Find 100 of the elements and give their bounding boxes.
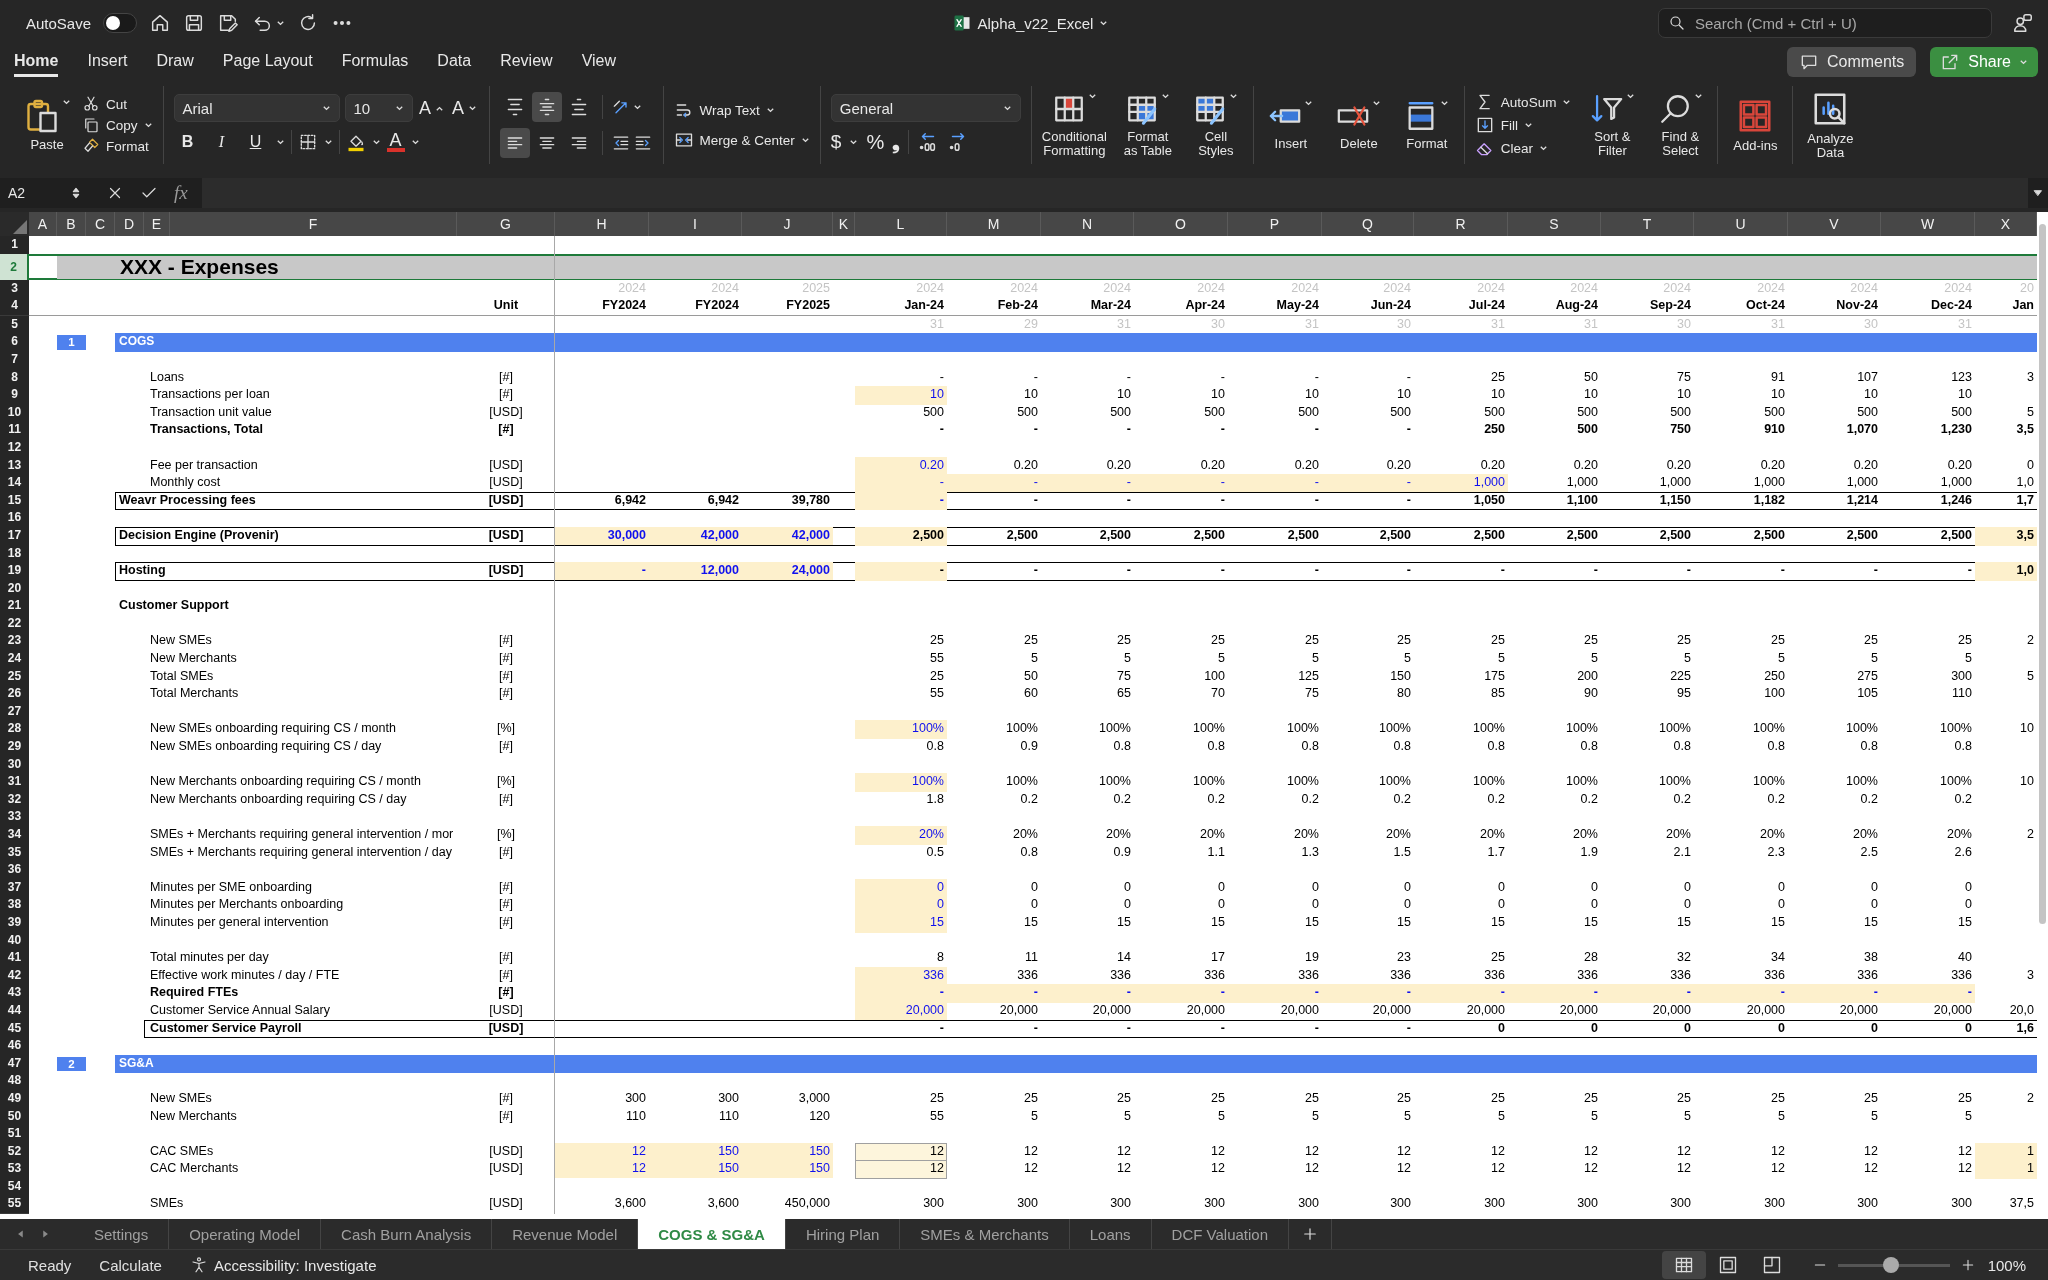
ribbon-tab[interactable]: Draw — [156, 47, 194, 77]
column-header[interactable]: A — [29, 212, 57, 236]
percent-button[interactable]: % — [866, 128, 885, 156]
search-field[interactable]: Search (Cmd + Ctrl + U) — [1658, 8, 1992, 38]
horizontal-align-button[interactable] — [499, 128, 530, 158]
vertical-align-button[interactable] — [531, 92, 562, 122]
row-header[interactable]: 14 — [0, 474, 29, 493]
scrollbar-thumb[interactable] — [2039, 224, 2046, 924]
accessibility-status[interactable]: Accessibility: Investigate — [213, 1256, 377, 1274]
column-header[interactable]: S — [1508, 212, 1601, 236]
insert-button[interactable]: Insert — [1263, 99, 1318, 151]
autosave-toggle[interactable] — [103, 13, 138, 33]
merge-center-button[interactable]: Merge & Center — [673, 130, 810, 150]
format-button[interactable]: Format — [1399, 99, 1454, 151]
currency-button[interactable]: $ — [830, 128, 842, 156]
wrap-text-button[interactable]: Wrap Text — [673, 100, 810, 120]
clear-button[interactable]: Clear — [1474, 138, 1572, 158]
format-painter-button[interactable]: Format — [82, 137, 153, 155]
column-header[interactable]: W — [1881, 212, 1975, 236]
row-header[interactable]: 1 — [0, 236, 29, 255]
row-header[interactable]: 2 — [0, 253, 29, 281]
comments-button[interactable]: Comments — [1786, 47, 1917, 77]
file-name[interactable]: Alpha_v22_Excel — [977, 14, 1094, 32]
conditional-formatting-button[interactable]: Conditional Formatting — [1041, 92, 1107, 158]
column-header[interactable]: T — [1601, 212, 1694, 236]
fill-button[interactable]: Fill — [1474, 115, 1572, 135]
row-header[interactable]: 38 — [0, 896, 29, 915]
column-header[interactable]: D — [115, 212, 144, 236]
shrink-font-button[interactable]: A — [450, 94, 479, 122]
row-header[interactable]: 36 — [0, 861, 29, 880]
row-header[interactable]: 24 — [0, 650, 29, 669]
font-color-button[interactable]: A — [386, 132, 405, 152]
comma-style-button[interactable]: ❟ — [892, 128, 901, 156]
ribbon-tab[interactable]: Home — [14, 47, 59, 77]
italic-button[interactable]: I — [207, 128, 236, 156]
column-header[interactable]: H — [555, 212, 649, 236]
row-header[interactable]: 34 — [0, 826, 29, 845]
row-header[interactable]: 6 — [0, 333, 29, 352]
ribbon-tab[interactable]: Data — [437, 47, 472, 77]
bold-button[interactable]: B — [173, 128, 202, 156]
column-header[interactable]: O — [1134, 212, 1228, 236]
add-ins-button[interactable]: Add-ins — [1728, 97, 1783, 153]
underline-button[interactable]: U — [241, 128, 270, 156]
grow-font-button[interactable]: A — [417, 94, 446, 122]
row-header[interactable]: 11 — [0, 421, 29, 440]
column-header[interactable]: J — [742, 212, 833, 236]
delete-button[interactable]: Delete — [1331, 99, 1386, 151]
function-button[interactable]: fx — [174, 182, 188, 204]
people-icon[interactable] — [2012, 12, 2034, 34]
view-mode-button[interactable] — [1661, 1251, 1706, 1279]
column-header[interactable]: B — [57, 212, 86, 236]
ribbon-tab[interactable]: View — [581, 47, 616, 77]
analyze-button[interactable]: Analyze Data — [1803, 90, 1858, 160]
row-header[interactable]: 9 — [0, 386, 29, 405]
column-header[interactable]: N — [1041, 212, 1134, 236]
font-size-dropdown[interactable]: 10 — [344, 94, 413, 122]
ribbon-tab[interactable]: Formulas — [341, 47, 409, 77]
save-edit-icon[interactable] — [217, 12, 240, 34]
column-header[interactable]: M — [947, 212, 1041, 236]
font-dropdown[interactable]: Arial — [173, 94, 340, 122]
row-header[interactable]: 41 — [0, 949, 29, 968]
row-header[interactable]: 51 — [0, 1125, 29, 1144]
add-sheet-icon[interactable] — [1301, 1225, 1319, 1243]
column-header[interactable]: U — [1694, 212, 1788, 236]
column-header[interactable]: G — [457, 212, 555, 236]
row-header[interactable]: 43 — [0, 984, 29, 1003]
column-header[interactable]: R — [1414, 212, 1508, 236]
row-header[interactable]: 55 — [0, 1195, 29, 1215]
copy-button[interactable]: Copy — [82, 116, 153, 134]
number-format-dropdown[interactable]: General — [830, 94, 1021, 122]
ribbon-tab[interactable]: Review — [500, 47, 553, 77]
row-header[interactable]: 19 — [0, 562, 29, 581]
slider-thumb[interactable] — [1883, 1257, 1900, 1273]
ribbon-tab[interactable]: Insert — [87, 47, 128, 77]
column-header[interactable]: F — [170, 212, 457, 236]
cut-button[interactable]: Cut — [82, 95, 153, 113]
row-header[interactable]: 29 — [0, 738, 29, 757]
row-header[interactable]: 46 — [0, 1037, 29, 1056]
autosum-button[interactable]: AutoSum — [1474, 92, 1572, 112]
ribbon-tab[interactable]: Page Layout — [222, 47, 313, 77]
row-header[interactable]: 4 — [0, 297, 29, 316]
column-header[interactable]: I — [649, 212, 742, 236]
format-table-button[interactable]: Format as Table — [1120, 92, 1175, 158]
sheet-tab[interactable]: COGS & SG&A — [638, 1219, 786, 1249]
column-header[interactable]: C — [86, 212, 115, 236]
row-header[interactable]: 48 — [0, 1072, 29, 1091]
row-header[interactable]: 31 — [0, 773, 29, 792]
column-header[interactable]: V — [1788, 212, 1881, 236]
column-header[interactable]: E — [144, 212, 170, 236]
share-button[interactable]: Share — [1930, 47, 2038, 77]
sort-filter-button[interactable]: Sort & Filter — [1585, 92, 1640, 158]
cell-styles-button[interactable]: Cell Styles — [1188, 92, 1243, 158]
row-header[interactable]: 16 — [0, 509, 29, 528]
name-box[interactable]: A2 — [0, 179, 92, 207]
column-header[interactable]: K — [833, 212, 855, 236]
column-header[interactable]: L — [855, 212, 947, 236]
row-header[interactable]: 53 — [0, 1160, 29, 1179]
find-select-button[interactable]: Find & Select — [1653, 92, 1708, 158]
column-header[interactable]: Q — [1322, 212, 1414, 236]
paste-button[interactable]: Paste — [20, 98, 74, 152]
